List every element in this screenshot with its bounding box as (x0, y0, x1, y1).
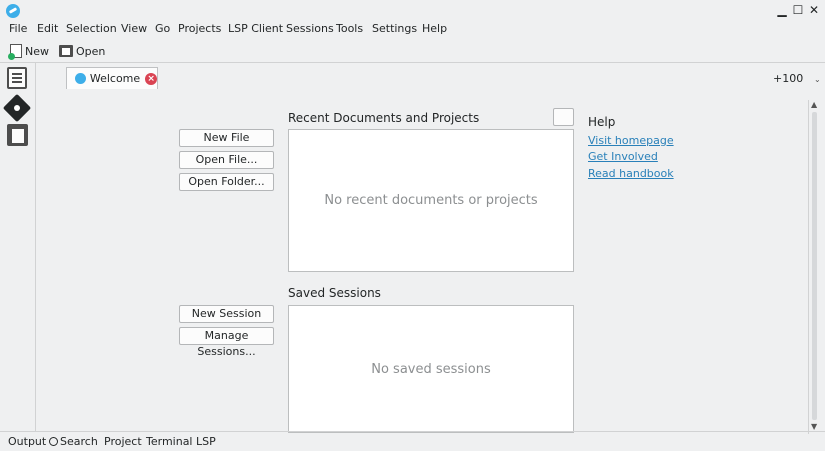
close-window-button[interactable]: ✕ (807, 3, 821, 17)
terminal-tab[interactable]: Terminal (146, 435, 193, 448)
recent-section-title: Recent Documents and Projects (288, 111, 480, 125)
maximize-button[interactable]: ☐ (791, 3, 805, 17)
recent-documents-list[interactable]: No recent documents or projects (288, 129, 574, 272)
saved-sessions-list[interactable]: No saved sessions (288, 305, 574, 433)
projects-icon[interactable] (7, 124, 28, 146)
documents-icon[interactable] (7, 67, 27, 89)
scroll-down-icon[interactable]: ▼ (811, 422, 817, 431)
visit-homepage-link[interactable]: Visit homepage (588, 134, 674, 147)
new-session-button[interactable]: New Session (179, 305, 274, 323)
open-folder-button[interactable]: Open Folder... (179, 173, 274, 191)
project-tab[interactable]: Project (104, 435, 142, 448)
menu-selection[interactable]: Selection (66, 22, 117, 36)
globe-icon (75, 73, 86, 84)
tab-welcome[interactable]: Welcome × (66, 67, 158, 89)
menu-bar: File Edit Selection View Go Projects LSP… (0, 21, 825, 39)
sessions-section-title: Saved Sessions (288, 286, 381, 300)
output-tab[interactable]: Output (8, 435, 46, 448)
menu-settings[interactable]: Settings (372, 22, 417, 36)
new-button-label: New (25, 44, 49, 58)
open-folder-icon (59, 45, 73, 57)
get-involved-link[interactable]: Get Involved (588, 150, 658, 163)
close-icon[interactable]: × (145, 72, 157, 85)
tab-label: Welcome (89, 72, 141, 85)
minimize-button[interactable]: ▁ (775, 3, 789, 17)
recent-empty-text: No recent documents or projects (324, 193, 538, 208)
read-handbook-link[interactable]: Read handbook (588, 167, 674, 180)
menu-lsp-client[interactable]: LSP Client (228, 22, 283, 36)
help-section-title: Help (588, 115, 616, 129)
menu-sessions[interactable]: Sessions (286, 22, 334, 36)
open-button-label: Open (76, 44, 106, 58)
chevron-down-icon[interactable]: ⌄ (814, 75, 821, 84)
options-toggle-button[interactable] (553, 108, 574, 126)
scroll-up-icon[interactable]: ▲ (811, 100, 817, 109)
sessions-empty-text: No saved sessions (371, 361, 491, 377)
menu-tools[interactable]: Tools (336, 22, 363, 36)
menu-help[interactable]: Help (422, 22, 447, 36)
new-button[interactable]: New (8, 43, 49, 60)
lsp-tab[interactable]: LSP (196, 435, 216, 448)
app-logo-icon (6, 4, 20, 18)
open-file-button[interactable]: Open File... (179, 151, 274, 169)
bottom-tool-bar: Output Search Project Terminal LSP (0, 431, 825, 451)
search-icon (49, 437, 58, 446)
manage-sessions-button[interactable]: Manage Sessions... (179, 327, 274, 358)
menu-edit[interactable]: Edit (37, 22, 58, 36)
menu-view[interactable]: View (121, 22, 147, 36)
open-button[interactable]: Open (59, 43, 105, 59)
menu-projects[interactable]: Projects (178, 22, 221, 36)
new-file-button[interactable]: New File (179, 129, 274, 147)
search-tab-label: Search (60, 435, 98, 448)
new-document-icon (8, 44, 22, 60)
menu-file[interactable]: File (9, 22, 27, 36)
search-tab[interactable]: Search (49, 435, 98, 448)
title-bar: ▁ ☐ ✕ (0, 0, 825, 22)
scroll-thumb[interactable] (812, 112, 817, 420)
main-toolbar: New Open (0, 39, 825, 63)
zoom-level[interactable]: +100 (773, 72, 803, 85)
menu-go[interactable]: Go (155, 22, 170, 36)
vertical-scrollbar[interactable]: ▲ ▼ (808, 100, 820, 434)
